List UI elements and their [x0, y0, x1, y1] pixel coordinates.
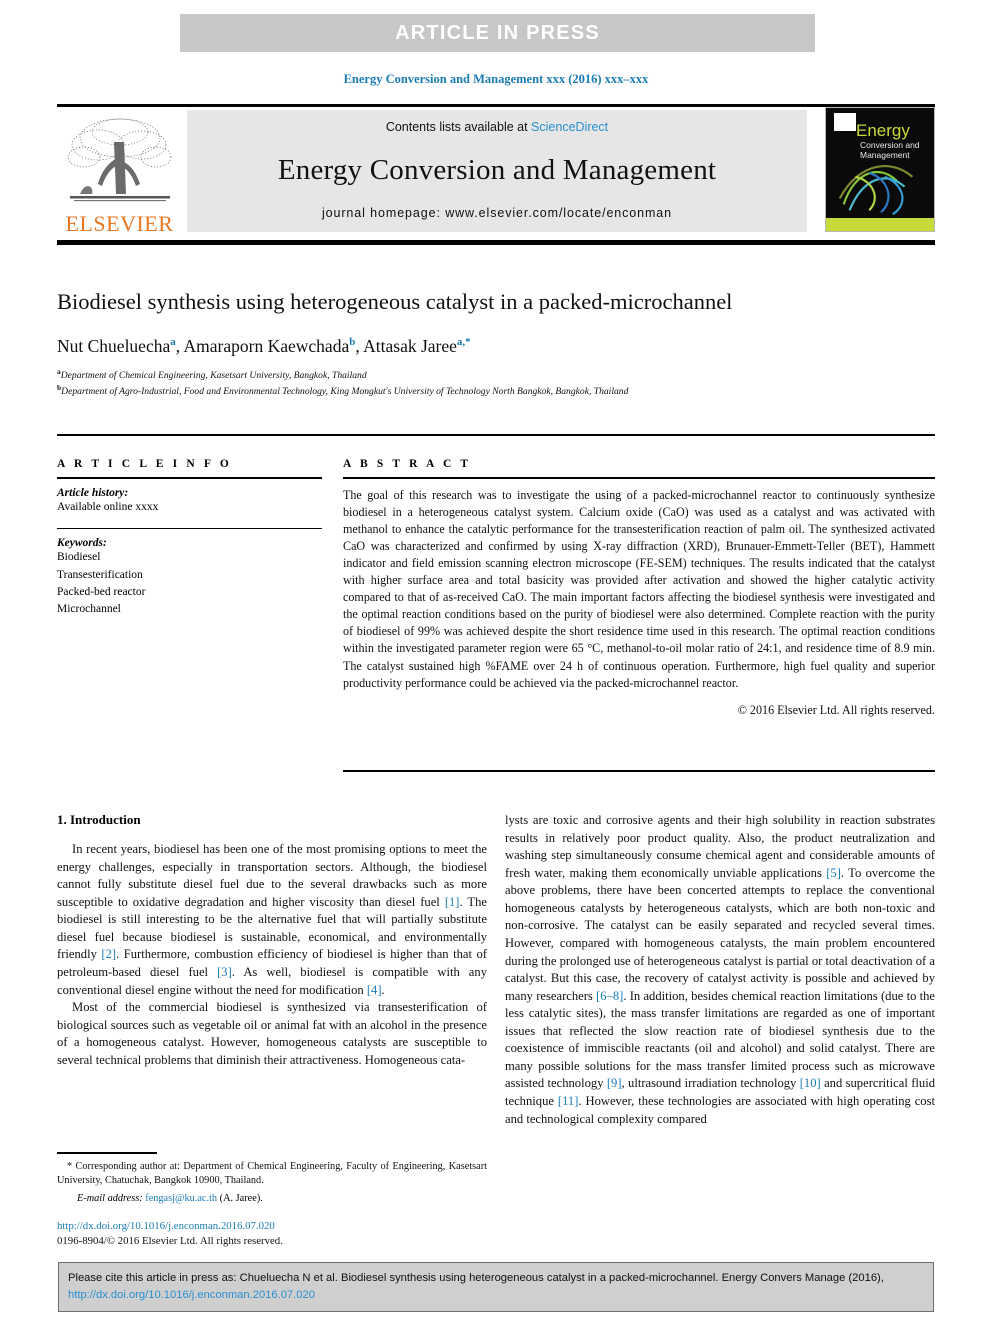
citation-ref-4[interactable]: [4] [367, 983, 382, 997]
article-info-heading: A R T I C L E I N F O [57, 458, 232, 470]
issn-copyright-line: 0196-8904/© 2016 Elsevier Ltd. All right… [57, 1235, 283, 1248]
author-name-3: Attasak Jaree [363, 335, 457, 356]
email-author-suffix: (A. Jaree). [217, 1192, 263, 1204]
intro-p3-part-d: , ultrasound irradiation technology [621, 1076, 800, 1091]
elsevier-wordmark: ELSEVIER [65, 211, 174, 236]
sciencedirect-link[interactable]: ScienceDirect [531, 120, 608, 134]
footnote-block: * Corresponding author at: Department of… [57, 1152, 487, 1204]
author-2-affiliation-mark: b [349, 335, 356, 348]
citation-ref-2[interactable]: [2] [101, 947, 116, 961]
cite-this-article-text: Please cite this article in press as: Ch… [68, 1270, 924, 1304]
cite-text-body: Please cite this article in press as: Ch… [68, 1272, 884, 1284]
abstract-bottom-rule [343, 770, 935, 772]
article-history-label: Article history: [57, 486, 129, 499]
abstract-body: The goal of this research was to investi… [343, 487, 935, 690]
affiliation-a: aDepartment of Chemical Engineering, Kas… [57, 367, 757, 383]
article-in-press-label: ARTICLE IN PRESS [395, 21, 600, 44]
elsevier-tree-icon [67, 118, 171, 202]
keyword-item: Biodiesel [57, 551, 101, 564]
keywords-label: Keywords: [57, 537, 107, 550]
abstract-copyright: © 2016 Elsevier Ltd. All rights reserved… [737, 702, 935, 717]
keyword-item: Microchannel [57, 603, 121, 615]
citation-ref-6-8[interactable]: [6–8] [596, 989, 623, 1003]
journal-reference-line: Energy Conversion and Management xxx (20… [343, 72, 649, 86]
author-name-2: Amaraporn Kaewchada [183, 335, 350, 356]
journal-cover-thumbnail: Energy Conversion and Management [825, 107, 935, 232]
article-info-column: A R T I C L E I N F O Article history: A… [57, 458, 322, 618]
email-address-label: E-mail address: [77, 1192, 143, 1204]
citation-ref-11[interactable]: [11] [558, 1094, 579, 1108]
author-list: Nut Chueluechaa, Amaraporn Kaewchadab, A… [57, 335, 471, 356]
abstract-rule [343, 477, 935, 479]
article-in-press-banner: ARTICLE IN PRESS [180, 14, 815, 52]
citation-ref-3[interactable]: [3] [217, 965, 232, 979]
author-3-affiliation-mark: a,* [456, 335, 471, 348]
intro-paragraph-1: In recent years, biodiesel has been one … [57, 841, 487, 999]
email-note: E-mail address: fengasj@ku.ac.th (A. Jar… [57, 1193, 487, 1204]
affiliation-b-text: Department of Agro-Industrial, Food and … [61, 385, 629, 397]
cover-swirl-graphic-icon [838, 165, 914, 216]
citation-ref-9[interactable]: [9] [607, 1076, 622, 1090]
intro-paragraph-2: Most of the commercial biodiesel is synt… [57, 1000, 487, 1067]
contents-available-line: Contents lists available at ScienceDirec… [386, 120, 608, 134]
corresponding-author-note: * Corresponding author at: Department of… [57, 1160, 487, 1189]
section-heading-introduction: 1. Introduction [57, 812, 141, 827]
keyword-item: Transesterification [57, 568, 143, 581]
title-block: Biodiesel synthesis using heterogeneous … [57, 288, 757, 399]
email-address-link[interactable]: fengasj@ku.ac.th [145, 1193, 217, 1204]
affiliation-a-text: Department of Chemical Engineering, Kase… [60, 369, 367, 381]
cover-bottom-strip [826, 218, 934, 231]
doi-block: http://dx.doi.org/10.1016/j.enconman.201… [57, 1219, 487, 1249]
author-name-1: Nut Chueluecha [57, 335, 171, 356]
journal-title: Energy Conversion and Management [277, 153, 717, 186]
journal-masthead: ELSEVIER Contents lists available at Sci… [57, 107, 935, 235]
article-info-rule-1 [57, 477, 322, 479]
affiliation-b: bDepartment of Agro-Industrial, Food and… [57, 383, 757, 399]
elsevier-logo: ELSEVIER [57, 107, 182, 235]
title-bottom-rule [57, 434, 935, 436]
contents-prefix: Contents lists available at [385, 120, 532, 134]
intro-p1-part-e: . [381, 982, 385, 997]
abstract-heading: A B S T R A C T [343, 458, 472, 470]
intro-p1-part-a: In recent years, biodiesel has been one … [57, 842, 487, 909]
journal-header-box: Contents lists available at ScienceDirec… [187, 110, 807, 232]
citation-ref-10[interactable]: [10] [800, 1076, 821, 1090]
body-column-left: 1. Introduction In recent years, biodies… [57, 812, 487, 1069]
footnote-rule [57, 1152, 157, 1154]
cite-doi-link[interactable]: http://dx.doi.org/10.1016/j.enconman.201… [68, 1289, 315, 1301]
keyword-item: Packed-bed reactor [57, 585, 146, 598]
citation-ref-5[interactable]: [5] [826, 866, 841, 880]
paper-page: ARTICLE IN PRESS Energy Conversion and M… [0, 0, 992, 1323]
article-history-value: Available online xxxx [57, 500, 159, 513]
article-info-rule-2 [57, 527, 322, 530]
author-1-affiliation-mark: a [170, 335, 176, 348]
intro-p3-part-b: . To overcome the above problems, there … [505, 865, 936, 1003]
body-column-right: lysts are toxic and corrosive agents and… [505, 812, 935, 1128]
citation-ref-1[interactable]: [1] [445, 895, 460, 909]
intro-paragraph-3: lysts are toxic and corrosive agents and… [505, 812, 935, 1128]
journal-homepage-line[interactable]: journal homepage: www.elsevier.com/locat… [322, 206, 672, 220]
keyword-list: Biodiesel Transesterification Packed-bed… [57, 549, 322, 618]
masthead-bottom-rule [57, 240, 935, 245]
affiliation-list: aDepartment of Chemical Engineering, Kas… [57, 367, 757, 399]
page-title: Biodiesel synthesis using heterogeneous … [57, 289, 733, 314]
doi-link[interactable]: http://dx.doi.org/10.1016/j.enconman.201… [57, 1219, 487, 1234]
abstract-column: A B S T R A C T The goal of this researc… [343, 458, 935, 718]
cite-this-article-box: Please cite this article in press as: Ch… [58, 1262, 934, 1312]
corresponding-author-text: Corresponding author at: Department of C… [57, 1160, 487, 1187]
